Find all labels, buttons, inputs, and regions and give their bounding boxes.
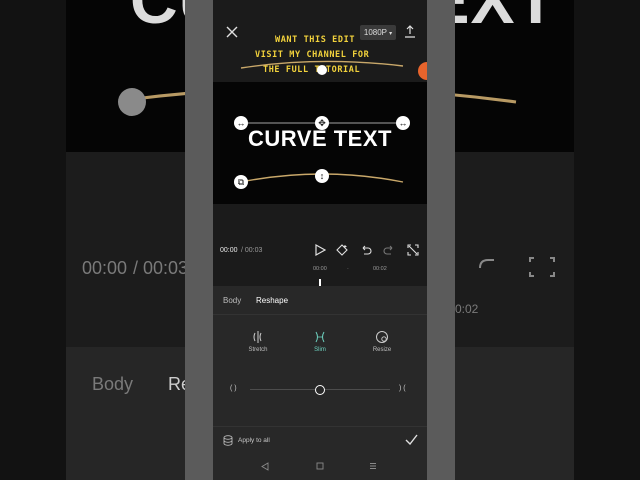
orange-handle: [418, 62, 427, 80]
option-stretch[interactable]: Stretch: [238, 330, 278, 360]
nav-home-icon[interactable]: [316, 462, 324, 470]
handle-curve-icon[interactable]: ↕: [315, 169, 329, 183]
time-current: 00:00: [220, 247, 238, 254]
bg-tick: 0:02: [455, 302, 479, 316]
slider-min-label: ( ): [230, 385, 237, 392]
slim-icon: [315, 331, 325, 343]
layers-icon: [223, 435, 233, 446]
playhead[interactable]: [319, 279, 321, 286]
handle-rotate-icon[interactable]: ⧉: [234, 175, 248, 189]
bg-left-bar: [0, 0, 66, 480]
resize-icon: [376, 331, 388, 343]
bg-tab-body: Body: [92, 374, 134, 394]
tab-reshape[interactable]: Reshape: [256, 296, 288, 305]
option-resize[interactable]: Resize: [362, 330, 402, 360]
promo-line-1: WANT THIS EDIT: [275, 35, 356, 45]
resize-label: Resize: [372, 347, 392, 353]
bg-side-right: [427, 0, 455, 480]
bg-side-left: [185, 0, 213, 480]
keyframe-icon[interactable]: [336, 244, 348, 256]
stretch-label: Stretch: [248, 347, 268, 353]
apply-all-button[interactable]: Apply to all: [238, 437, 270, 444]
undo-icon[interactable]: [360, 244, 372, 256]
panel-divider: [213, 314, 427, 315]
redo-icon[interactable]: [383, 244, 395, 256]
upload-icon[interactable]: [404, 25, 416, 38]
confirm-check-icon[interactable]: [405, 434, 418, 445]
top-curve-line: [240, 60, 404, 75]
stretch-icon: [253, 331, 262, 343]
tick-0: 00:00: [313, 266, 327, 272]
phone-screen: 1080P ▾ WANT THIS EDIT VISIT MY CHANNEL …: [213, 0, 427, 480]
tick-dot: ·: [347, 266, 349, 272]
nav-back-icon[interactable]: [261, 462, 269, 471]
fullscreen-icon[interactable]: [407, 244, 419, 256]
bg-time-current: 00:00: [82, 258, 128, 278]
bg-time-total: / 00:03: [133, 258, 189, 278]
preview-text[interactable]: CURVE TEXT: [213, 126, 427, 152]
bg-right-bar: [574, 0, 640, 480]
nav-menu-icon[interactable]: [369, 462, 377, 470]
reshape-panel: [213, 286, 427, 480]
play-icon[interactable]: [314, 244, 326, 256]
slider-thumb[interactable]: [315, 385, 325, 395]
resolution-label: 1080P: [363, 28, 387, 37]
bottom-divider: [213, 426, 427, 427]
tab-body[interactable]: Body: [223, 296, 241, 305]
caret-down-icon: ▾: [389, 31, 393, 37]
slider-max-label: ) (: [399, 385, 406, 392]
close-icon[interactable]: [226, 26, 238, 38]
bg-icons: [479, 257, 555, 277]
option-slim[interactable]: Slim: [300, 330, 340, 360]
time-total: / 00:03: [241, 247, 263, 254]
resolution-button[interactable]: 1080P ▾: [360, 25, 396, 40]
slim-label: Slim: [314, 347, 326, 353]
tick-1: 00:02: [373, 266, 387, 272]
